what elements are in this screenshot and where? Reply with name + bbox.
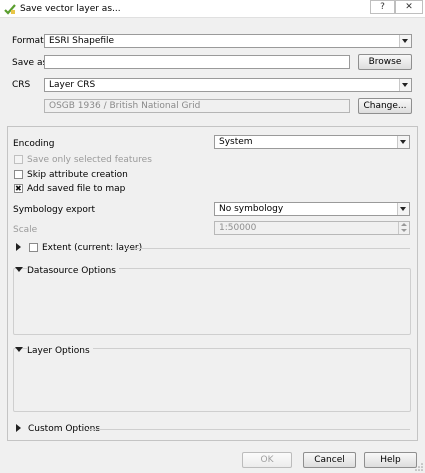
close-button[interactable]: ✕ [395, 0, 423, 14]
symbology-value: No symbology [219, 204, 284, 214]
collapse-down-icon[interactable] [15, 267, 23, 272]
add-to-map-label: Add saved file to map [27, 184, 126, 194]
spin-down-icon[interactable] [398, 228, 409, 234]
ok-button[interactable]: OK [242, 452, 292, 468]
encoding-value: System [219, 137, 253, 147]
crs-label: CRS [12, 80, 31, 90]
collapse-down-icon[interactable] [15, 347, 23, 352]
save-as-label: Save as [12, 58, 48, 68]
extent-checkbox[interactable] [29, 243, 38, 252]
help-button[interactable]: Help [364, 452, 417, 468]
custom-options-divider [88, 429, 410, 430]
layer-options-group [13, 348, 411, 412]
crs-name-value: OSGB 1936 / British National Grid [49, 101, 201, 111]
crs-value: Layer CRS [49, 80, 96, 90]
format-combo[interactable]: ESRI Shapefile [44, 34, 412, 48]
crs-name-field: OSGB 1936 / British National Grid [44, 99, 350, 113]
close-icon: ✕ [405, 2, 413, 12]
cancel-button[interactable]: Cancel [303, 452, 356, 468]
browse-button[interactable]: Browse [358, 54, 412, 70]
chevron-down-icon [399, 79, 411, 91]
symbology-label: Symbology export [13, 205, 96, 215]
add-to-map-checkbox[interactable] [14, 183, 23, 194]
save-as-input[interactable] [44, 55, 350, 69]
skip-attribute-checkbox[interactable] [14, 170, 23, 179]
crs-combo[interactable]: Layer CRS [44, 78, 412, 92]
datasource-options-label: Datasource Options [27, 265, 119, 277]
scale-spinbox[interactable]: 1:50000 [214, 221, 410, 235]
skip-attribute-label: Skip attribute creation [27, 170, 128, 180]
qgis-app-icon [4, 3, 16, 15]
window-title: Save vector layer as... [20, 4, 121, 14]
expand-right-icon[interactable] [16, 424, 21, 432]
save-selected-label: Save only selected features [27, 155, 152, 165]
datasource-options-group [13, 268, 411, 335]
chevron-down-icon [399, 35, 411, 47]
expand-right-icon[interactable] [16, 243, 21, 251]
help-title-button[interactable]: ? [370, 0, 395, 14]
chevron-down-icon [397, 203, 409, 215]
scale-label: Scale [13, 225, 38, 235]
resize-grip-icon[interactable] [415, 463, 423, 471]
question-icon: ? [380, 2, 385, 12]
extent-divider [126, 248, 410, 249]
format-value: ESRI Shapefile [49, 36, 115, 46]
symbology-combo[interactable]: No symbology [214, 202, 410, 216]
save-selected-checkbox[interactable] [14, 155, 23, 164]
title-bar: Save vector layer as... ? ✕ [0, 0, 425, 18]
chevron-down-icon [397, 136, 409, 148]
encoding-combo[interactable]: System [214, 135, 410, 149]
change-crs-button[interactable]: Change... [358, 98, 412, 114]
layer-options-label: Layer Options [27, 345, 93, 357]
encoding-label: Encoding [13, 139, 55, 149]
format-label: Format [12, 36, 44, 46]
scale-value: 1:50000 [219, 223, 257, 233]
